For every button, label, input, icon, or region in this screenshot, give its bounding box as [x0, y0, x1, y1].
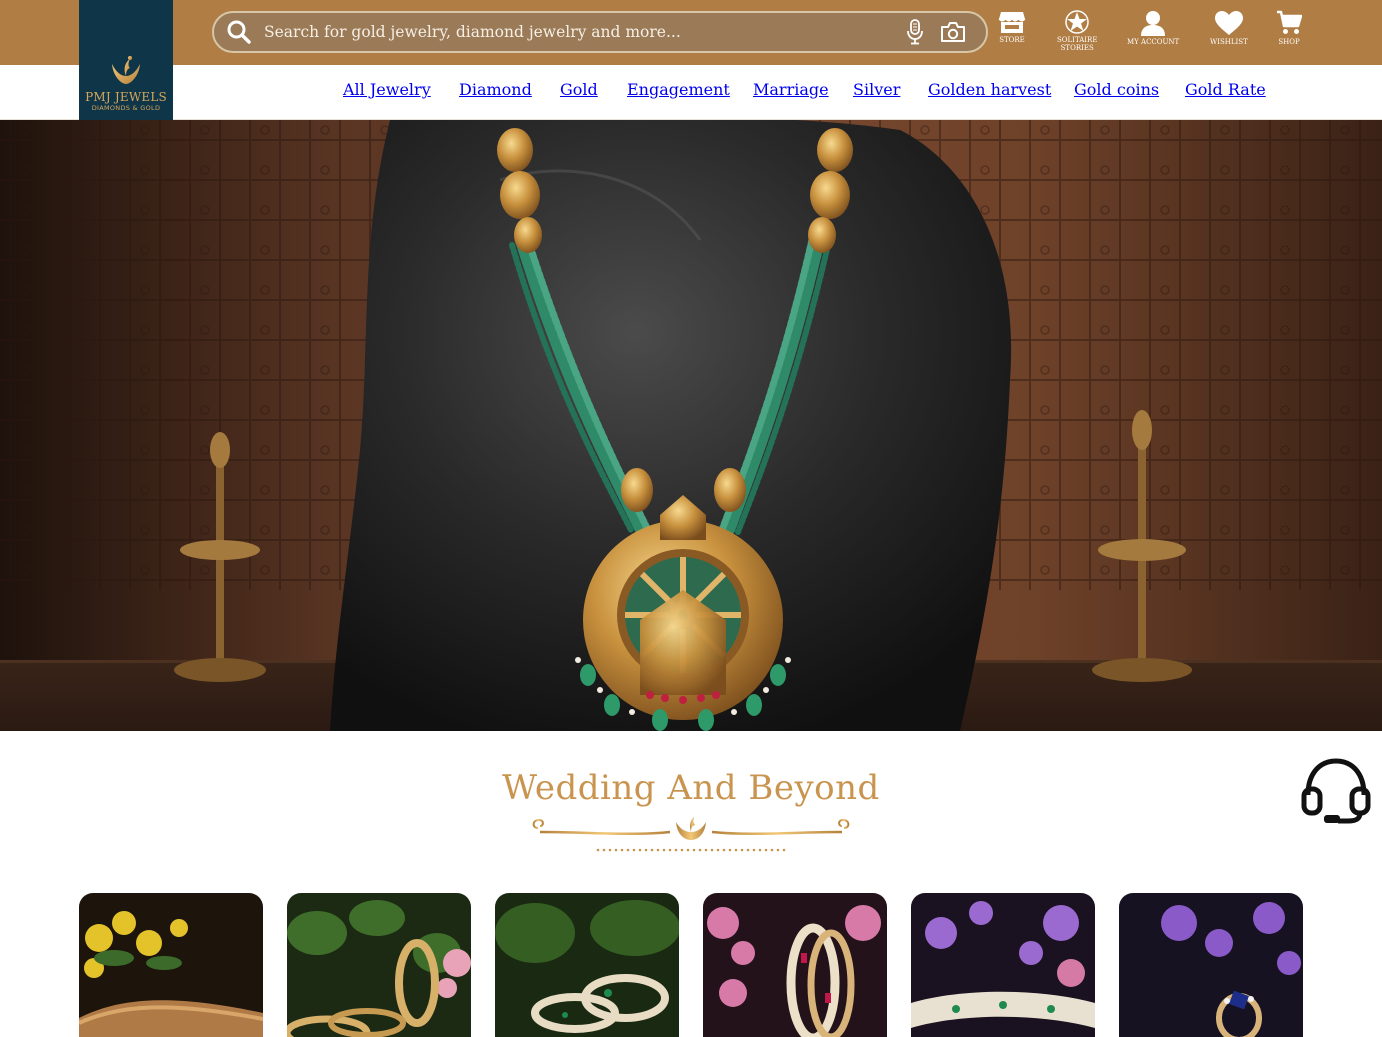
category-card-3[interactable] — [495, 893, 679, 1037]
shop-label: SHOP — [1278, 38, 1300, 46]
ornamental-divider-icon — [532, 817, 850, 852]
nav-all-jewelry[interactable]: All Jewelry — [343, 80, 431, 99]
wishlist-label: WISHLIST — [1210, 38, 1248, 46]
brand-logo[interactable]: PMJ JEWELS DIAMONDS & GOLD — [79, 0, 173, 120]
nav-diamond[interactable]: Diamond — [459, 80, 532, 99]
category-card-1[interactable] — [79, 893, 263, 1037]
wishlist-button[interactable]: WISHLIST — [1210, 10, 1248, 46]
microphone-icon[interactable] — [906, 19, 924, 45]
necklace-hero-image — [0, 120, 1382, 731]
solitaire-stories-button[interactable]: SOLITAIRE STORIES — [1057, 10, 1097, 52]
nav-marriage[interactable]: Marriage — [753, 80, 829, 99]
user-icon — [1141, 11, 1166, 36]
nav-gold-coins[interactable]: Gold coins — [1074, 80, 1159, 99]
category-card-6[interactable] — [1119, 893, 1303, 1037]
gold-bangles-image — [287, 893, 471, 1037]
category-card-2[interactable] — [287, 893, 471, 1037]
swan-logo-icon — [112, 56, 140, 84]
nav-golden-harvest[interactable]: Golden harvest — [928, 80, 1051, 99]
store-icon — [998, 12, 1026, 33]
brand-name: PMJ JEWELS — [85, 90, 167, 104]
store-button[interactable]: STORE — [998, 10, 1026, 44]
section-title: Wedding And Beyond — [502, 768, 880, 808]
nav-gold[interactable]: Gold — [560, 80, 598, 99]
nav-engagement[interactable]: Engagement — [627, 80, 730, 99]
store-label: STORE — [999, 36, 1025, 44]
camera-icon[interactable] — [940, 21, 966, 43]
solitaire-stories-label: SOLITAIRE STORIES — [1057, 36, 1098, 52]
diamond-star-icon — [1065, 10, 1089, 34]
category-cards — [79, 893, 1303, 1037]
nav-gold-rate[interactable]: Gold Rate — [1185, 80, 1266, 99]
category-card-4[interactable] — [703, 893, 887, 1037]
ruby-bangles-image — [703, 893, 887, 1037]
my-account-button[interactable]: MY ACCOUNT — [1127, 10, 1179, 46]
sapphire-ring-image — [1119, 893, 1303, 1037]
hero-banner[interactable] — [0, 120, 1382, 731]
headset-support-icon[interactable] — [1300, 757, 1372, 827]
waist-belt-image — [79, 893, 263, 1037]
nav-silver[interactable]: Silver — [853, 80, 900, 99]
search-bar — [212, 11, 988, 53]
brand-tagline: DIAMONDS & GOLD — [91, 104, 161, 112]
cart-icon — [1277, 10, 1302, 34]
diamond-waist-belt-image — [911, 893, 1095, 1037]
diamond-bangles-image — [495, 893, 679, 1037]
page: PMJ JEWELS DIAMONDS & GOLD Search for go… — [0, 0, 1382, 1037]
my-account-label: MY ACCOUNT — [1127, 38, 1180, 46]
heart-icon — [1214, 11, 1243, 35]
search-input[interactable] — [252, 14, 906, 50]
shop-button[interactable]: SHOP — [1276, 10, 1302, 46]
search-icon[interactable] — [226, 19, 252, 45]
category-card-5[interactable] — [911, 893, 1095, 1037]
